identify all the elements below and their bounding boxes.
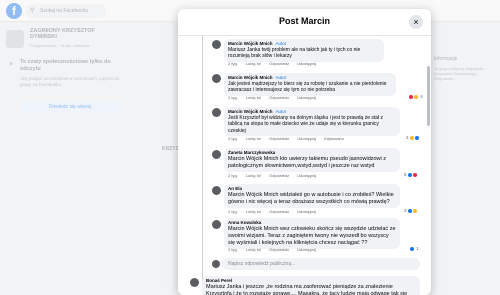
comment-text: Marcin Wójcik Mnich kto uwierzy takiemu … [228,156,387,169]
edited-label: Edytowano [324,136,344,141]
reaction-count[interactable]: 5 [404,172,418,178]
avatar[interactable] [212,220,221,229]
author-badge: Autor [275,41,287,46]
my-avatar [212,260,220,268]
facebook-logo[interactable]: f [6,3,22,19]
privacy-title: Te czaty społecznościowe tylko do odczyt… [20,59,111,72]
comment-actions: 2 tyg. Lubię to! Odpowiedz Udostępnij Edytow… [228,136,352,141]
reply-input[interactable]: Napisz odpowiedź publiczną... [222,258,420,270]
like-button[interactable]: Lubię to! [246,61,261,66]
post-modal: Post Marcin × Marcin Wójcik Mnich Autor M… [178,9,431,295]
scrollbar[interactable] [427,66,430,126]
like-button[interactable]: Lubię to! [246,95,261,100]
modal-title: Post Marcin [278,16,330,26]
learn-more-button[interactable]: Dowiedz się więcej [20,101,120,113]
group-name: ZAGINIONY KRZYSZTOF DYMIŃSKI [30,28,95,40]
privacy-notice: ◑ Te czaty społecznościowe tylko do odcz… [6,57,124,117]
comment-text: Mariusz Janka i jeszcze ,że rodzina ma z… [206,284,408,295]
comment-time[interactable]: 2 tyg. [228,95,238,100]
comment-time[interactable]: 2 tyg. [228,173,238,178]
like-button[interactable]: Lubię to! [246,247,261,252]
search-input[interactable]: ⚲ Szukaj na Facebooku [26,4,106,18]
comment-time[interactable]: 2 tyg. [228,247,238,252]
right-section-text: Ta grupa dotyczy zaginięcia Krzysztofa D… [434,66,484,81]
reaction-count[interactable]: 1 [409,246,419,252]
comment-actions: 2 tyg. Lubię to! Odpowiedz Udostępnij [228,61,324,66]
comment-text: Jeśli Krzysztof był widziany na dolnym ś… [228,115,384,134]
comment-actions: 2 tyg. Lubię to! Odpowiedz Udostępnij [228,209,324,214]
comment-bubble: Marcin Wójcik Mnich Autor Jak jesteś mądr… [224,73,396,96]
right-section-title: Informacje [434,56,458,62]
comment-bubble: Bonaś Perel Mariusz Janka i jeszcze ,że … [202,276,420,295]
reply-button[interactable]: Odpowiedz [269,136,289,141]
right-panel: Informacje Ta grupa dotyczy zaginięcia K… [430,22,500,295]
close-button[interactable]: × [409,15,423,29]
comment-bubble: Marcin Wójcik Mnich Autor Mariusz Janka t… [224,39,384,62]
avatar[interactable] [212,40,221,49]
thread-line [202,36,203,295]
share-button[interactable]: Udostępnij [297,61,316,66]
privacy-description: Aby podjąć uczestników w rozmowach, popr… [20,76,120,87]
like-button[interactable]: Lubię to! [246,136,261,141]
author-badge: Autor [275,75,287,80]
share-button[interactable]: Udostępnij [297,247,316,252]
share-button[interactable]: Udostępnij [297,95,316,100]
reaction-count[interactable]: 4 [408,94,423,100]
share-button[interactable]: Udostępnij [297,173,316,178]
comment-time[interactable]: 2 tyg. [228,209,238,214]
modal-header: Post Marcin × [178,9,431,36]
group-card[interactable]: ZAGINIONY KRZYSZTOF DYMIŃSKI Przypomnien… [6,26,124,52]
left-panel: ZAGINIONY KRZYSZTOF DYMIŃSKI Przypomnien… [0,22,130,295]
comment-time[interactable]: 2 tyg. [228,61,238,66]
comment-text: Marcin Wójcik Mnich widziałeś go w autob… [228,192,394,205]
search-placeholder: Szukaj na Facebooku [40,8,89,14]
comment-bubble: An Ela Marcin Wójcik Mnich widziałeś go … [224,184,400,208]
reply-button[interactable]: Odpowiedz [269,61,289,66]
comment-text: Mariusz Janka twój problem ale na takich… [228,47,361,60]
group-meta: Przypomnienia · 18 tys. członków [30,43,90,48]
comment-actions: 2 tyg. Lubię to! Odpowiedz Udostępnij [228,247,324,252]
reply-button[interactable]: Odpowiedz [269,209,289,214]
reply-button[interactable]: Odpowiedz [269,247,289,252]
author-badge: Autor [275,109,287,114]
close-icon: × [413,17,419,27]
globe-icon: ◑ [8,59,13,68]
reaction-count[interactable]: 3 [404,208,418,214]
comment-bubble: Marcin Wójcik Mnich Autor Jeśli Krzysztof… [224,107,400,136]
group-avatar [6,30,24,48]
reply-placeholder: Napisz odpowiedź publiczną... [228,261,296,267]
reaction-count[interactable]: 2 [406,135,420,141]
comment-text: Jak jesteś mądrzejszy to bierz się za ro… [228,81,387,94]
like-button[interactable]: Lubię to! [246,173,261,178]
reply-button[interactable]: Odpowiedz [269,95,289,100]
comment-bubble: Anna Kowalska Marcin Wójcik Mnich wez cz… [224,218,400,249]
comment-actions: 2 tyg. Lubię to! Odpowiedz Udostępnij [228,95,324,100]
avatar[interactable] [212,74,221,83]
share-button[interactable]: Udostępnij [297,209,316,214]
comments-area: Marcin Wójcik Mnich Autor Mariusz Janka t… [178,36,431,295]
avatar[interactable] [212,186,221,195]
comment-text: Marcin Wójcik Mnich wez człowieku skończ… [228,226,396,246]
avatar[interactable] [212,150,221,159]
comment-time[interactable]: 2 tyg. [228,136,238,141]
like-button[interactable]: Lubię to! [246,209,261,214]
reply-button[interactable]: Odpowiedz [269,173,289,178]
avatar[interactable] [212,108,221,117]
share-button[interactable]: Udostępnij [297,136,316,141]
comment-actions: 2 tyg. Lubię to! Odpowiedz Udostępnij [228,173,324,178]
comment-bubble: Żaneta Marczykowska Marcin Wójcik Mnich … [224,148,400,172]
search-icon: ⚲ [30,8,35,14]
avatar[interactable] [190,278,199,287]
